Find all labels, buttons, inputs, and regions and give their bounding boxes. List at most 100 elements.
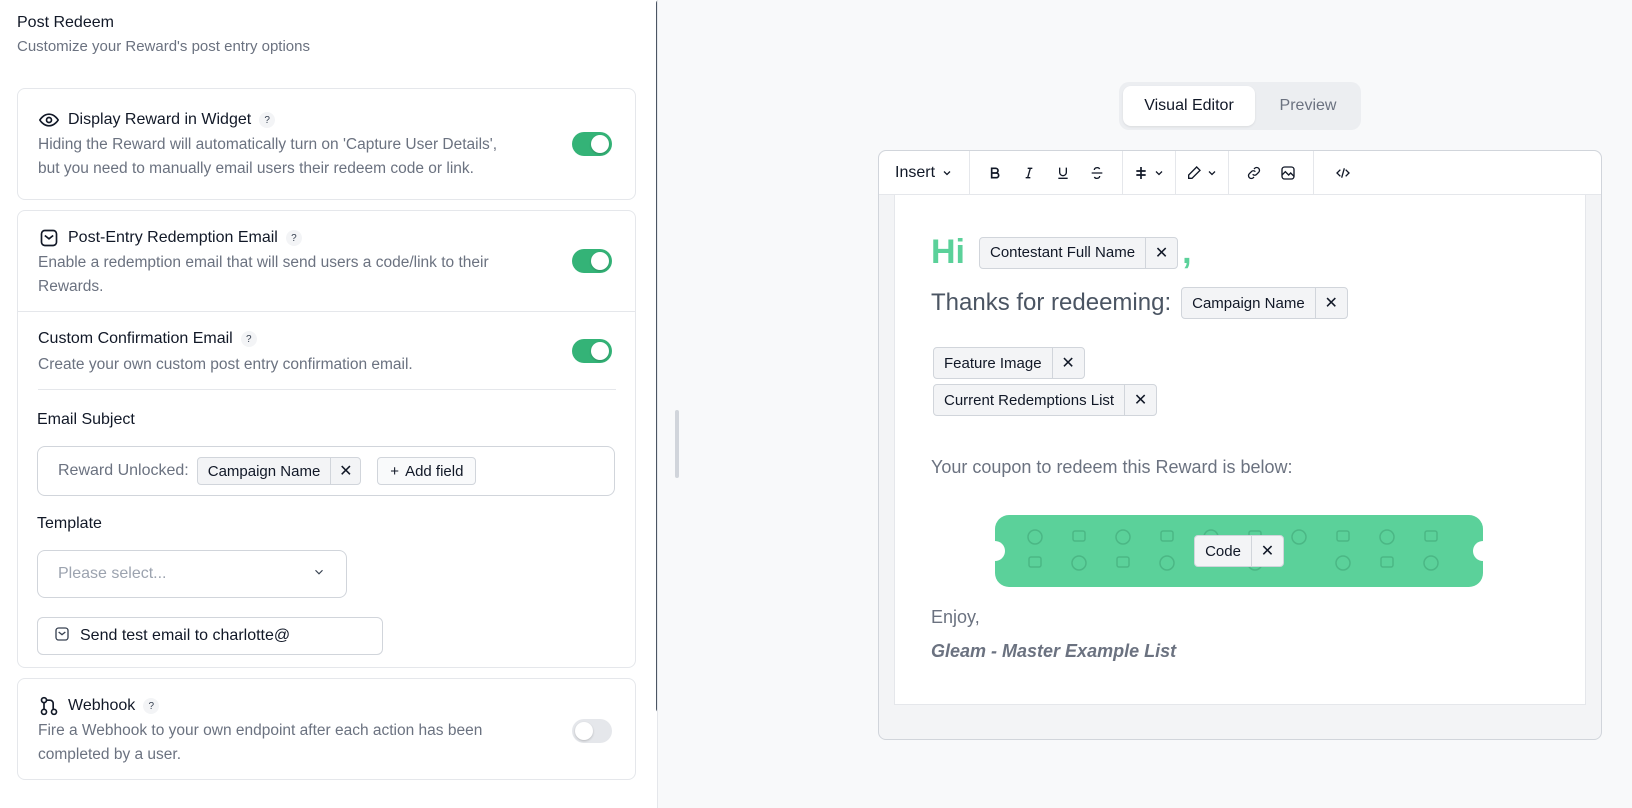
chip-label: Campaign Name	[1192, 294, 1305, 312]
description-line: Fire a Webhook to your own endpoint afte…	[38, 722, 483, 739]
editor-canvas[interactable]: Hi Contestant Full Name ✕ , Thanks for r…	[894, 195, 1586, 705]
signature-text: Gleam - Master Example List	[931, 641, 1177, 661]
coupon-intro: Your coupon to redeem this Reward is bel…	[931, 457, 1293, 477]
add-field-button[interactable]: + Add field	[377, 457, 477, 485]
redemption-email-description: Enable a redemption email that will send…	[38, 251, 538, 299]
insert-label: Insert	[895, 163, 936, 181]
pen-color-icon[interactable]	[1186, 158, 1218, 188]
template-placeholder: Please select...	[58, 565, 167, 582]
confirmation-email-title: Custom Confirmation Email	[38, 330, 233, 347]
greeting-line: Hi Contestant Full Name ✕ ,	[931, 233, 1192, 272]
help-icon[interactable]: ?	[240, 331, 257, 347]
italic-icon[interactable]	[1014, 158, 1044, 188]
divider	[18, 311, 635, 312]
email-editor: Insert Hi Contestant Full Name ✕ , Thank…	[878, 150, 1602, 740]
help-icon[interactable]: ?	[259, 112, 276, 128]
email-subject-input[interactable]: Reward Unlocked: Campaign Name ✕ + Add f…	[37, 446, 615, 496]
description-line: Hiding the Reward will automatically tur…	[38, 136, 498, 153]
code-icon[interactable]	[1328, 158, 1358, 188]
tab-preview[interactable]: Preview	[1259, 86, 1357, 126]
thanks-line: Thanks for redeeming: Campaign Name ✕	[931, 287, 1348, 319]
chevron-down-icon	[312, 565, 326, 584]
insert-button[interactable]: Insert	[891, 158, 957, 188]
display-reward-card: Display Reward in Widget ? Hiding the Re…	[17, 88, 636, 200]
display-reward-title-row: Display Reward in Widget ?	[38, 109, 276, 131]
tab-visual-editor[interactable]: Visual Editor	[1123, 86, 1255, 126]
subject-prefix: Reward Unlocked:	[58, 462, 189, 479]
display-reward-description: Hiding the Reward will automatically tur…	[38, 133, 528, 181]
confirmation-email-description: Create your own custom post entry confir…	[38, 356, 413, 373]
chip-label: Feature Image	[944, 354, 1042, 372]
align-menu-icon[interactable]	[1133, 158, 1165, 188]
bold-icon[interactable]	[980, 158, 1010, 188]
remove-chip-icon[interactable]: ✕	[1124, 385, 1156, 415]
webhook-title: Webhook	[68, 697, 136, 714]
display-reward-title: Display Reward in Widget	[68, 111, 252, 128]
display-reward-toggle[interactable]	[572, 132, 612, 156]
section-title: Post Redeem	[17, 14, 114, 31]
toggle-knob	[575, 722, 593, 740]
chevron-down-icon	[943, 170, 951, 175]
send-test-email-label: Send test email to charlotte@	[80, 627, 291, 644]
section-subtitle: Customize your Reward's post entry optio…	[17, 38, 310, 55]
remove-chip-icon[interactable]: ✕	[1250, 536, 1283, 566]
underline-icon[interactable]	[1048, 158, 1078, 188]
redemption-email-title-row: Post-Entry Redemption Email ?	[38, 227, 302, 249]
description-line: Rewards.	[38, 278, 104, 295]
webhook-card: Webhook ? Fire a Webhook to your own end…	[17, 678, 636, 780]
description-line: but you need to manually email users the…	[38, 160, 474, 177]
webhook-toggle[interactable]	[572, 719, 612, 743]
remove-chip-icon[interactable]: ✕	[1314, 288, 1347, 318]
settings-panel: Post Redeem Customize your Reward's post…	[0, 0, 658, 808]
toggle-knob	[591, 135, 609, 153]
code-chip[interactable]: Code ✕	[1194, 535, 1284, 567]
greeting-text: Hi	[931, 233, 965, 271]
help-icon[interactable]: ?	[143, 698, 160, 714]
description-line: completed by a user.	[38, 746, 182, 763]
description-line: Enable a redemption email that will send…	[38, 254, 489, 271]
toggle-knob	[591, 252, 609, 270]
editor-toolbar: Insert	[879, 150, 1601, 195]
webhook-description: Fire a Webhook to your own endpoint afte…	[38, 719, 528, 767]
greeting-comma: ,	[1182, 233, 1192, 271]
confirmation-email-toggle[interactable]	[572, 339, 612, 363]
email-subject-label: Email Subject	[37, 411, 135, 428]
remove-chip-icon[interactable]: ✕	[330, 458, 360, 484]
mail-icon	[54, 626, 70, 647]
toolbar-group-code	[1314, 151, 1372, 195]
redemption-email-title: Post-Entry Redemption Email	[68, 229, 278, 246]
redemption-email-toggle[interactable]	[572, 249, 612, 273]
mail-icon	[38, 227, 60, 249]
campaign-name-chip[interactable]: Campaign Name ✕	[1181, 287, 1348, 319]
strikethrough-icon[interactable]	[1082, 158, 1112, 188]
editor-tabs: Visual Editor Preview	[1119, 82, 1361, 130]
redemption-email-card: Post-Entry Redemption Email ? Enable a r…	[17, 210, 636, 668]
toolbar-group-media	[1229, 150, 1315, 195]
template-label: Template	[37, 515, 102, 532]
toolbar-group-insert: Insert	[879, 150, 971, 195]
resize-handle[interactable]	[675, 410, 679, 478]
template-select[interactable]: Please select...	[37, 550, 347, 598]
remove-chip-icon[interactable]: ✕	[1051, 348, 1084, 378]
help-icon[interactable]: ?	[285, 230, 302, 246]
toolbar-group-color	[1176, 150, 1230, 195]
webhook-title-row: Webhook ?	[38, 695, 160, 717]
send-test-email-button[interactable]: Send test email to charlotte@	[37, 617, 383, 655]
toggle-knob	[591, 342, 609, 360]
contestant-name-chip[interactable]: Contestant Full Name ✕	[979, 236, 1179, 269]
chip-label: Campaign Name	[207, 462, 321, 480]
image-icon[interactable]	[1273, 158, 1303, 188]
webhook-icon	[38, 695, 60, 717]
confirmation-email-title-row: Custom Confirmation Email ?	[38, 330, 257, 348]
campaign-name-chip: Campaign Name ✕	[196, 457, 362, 485]
scrollbar[interactable]	[656, 0, 657, 712]
divider	[38, 389, 616, 390]
remove-chip-icon[interactable]: ✕	[1145, 237, 1177, 268]
add-field-label: Add field	[405, 462, 464, 480]
toolbar-group-align	[1123, 150, 1177, 195]
eye-icon	[38, 109, 60, 131]
redemptions-list-chip[interactable]: Current Redemptions List ✕	[933, 384, 1158, 416]
feature-image-chip[interactable]: Feature Image ✕	[933, 347, 1085, 379]
link-icon[interactable]	[1239, 158, 1269, 188]
coupon-block: Code ✕	[995, 515, 1483, 587]
